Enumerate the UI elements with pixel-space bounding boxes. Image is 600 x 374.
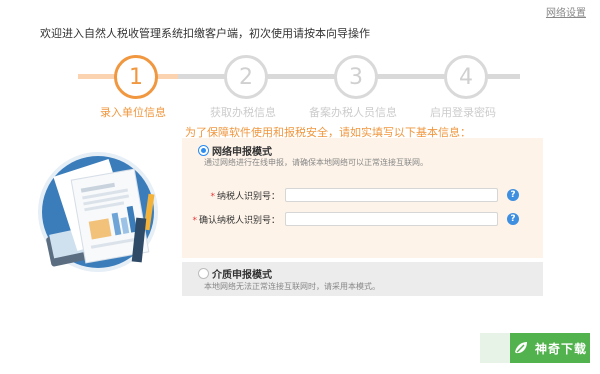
step-2-circle: 2	[224, 55, 268, 99]
step-4-number: 4	[459, 64, 473, 90]
step-3-number: 3	[349, 64, 363, 90]
watermark-text: 神奇下载	[534, 341, 587, 356]
step-1-label: 录入单位信息	[100, 106, 166, 119]
confirm-taxpayer-id-help-icon[interactable]: ?	[507, 213, 519, 225]
confirm-taxpayer-id-label: * 确认纳税人识别号：	[192, 216, 280, 226]
step-4-label: 启用登录密码	[430, 106, 496, 119]
media-mode-radio[interactable]	[198, 268, 209, 279]
network-mode-description: 通过网络进行在线申报，请确保本地网络可以正常连接互联网。	[204, 158, 428, 167]
network-mode-radio[interactable]	[198, 145, 209, 156]
media-mode-title: 介质申报模式	[212, 270, 272, 281]
watermark-badge-left	[480, 333, 510, 363]
step-1-number: 1	[129, 64, 143, 90]
leaf-logo-icon	[514, 342, 527, 354]
step-2-label: 获取办税信息	[210, 106, 276, 119]
media-mode-description: 本地网络无法正常连接互联网时，请采用本模式。	[204, 282, 380, 291]
confirm-taxpayer-id-input[interactable]	[285, 212, 498, 226]
network-mode-title: 网络申报模式	[212, 147, 272, 158]
taxpayer-id-help-icon[interactable]: ?	[507, 189, 519, 201]
welcome-title: 欢迎进入自然人税收管理系统扣缴客户端，初次使用请按本向导操作	[40, 27, 370, 40]
step-2-number: 2	[239, 64, 253, 90]
network-settings-link[interactable]: 网络设置	[546, 4, 586, 19]
step-3-label: 备案办税人员信息	[309, 106, 397, 119]
watermark-badge-right: 神奇下载	[510, 333, 590, 363]
step-4-circle: 4	[444, 55, 488, 99]
documents-illustration-icon	[38, 152, 158, 272]
taxpayer-id-label: * 纳税人识别号：	[210, 192, 280, 202]
watermark-badge: 神奇下载	[480, 333, 590, 363]
taxpayer-id-input[interactable]	[285, 188, 498, 202]
network-settings-label: 网络设置	[546, 8, 586, 19]
step-1-circle: 1	[114, 55, 158, 99]
step-3-circle: 3	[334, 55, 378, 99]
